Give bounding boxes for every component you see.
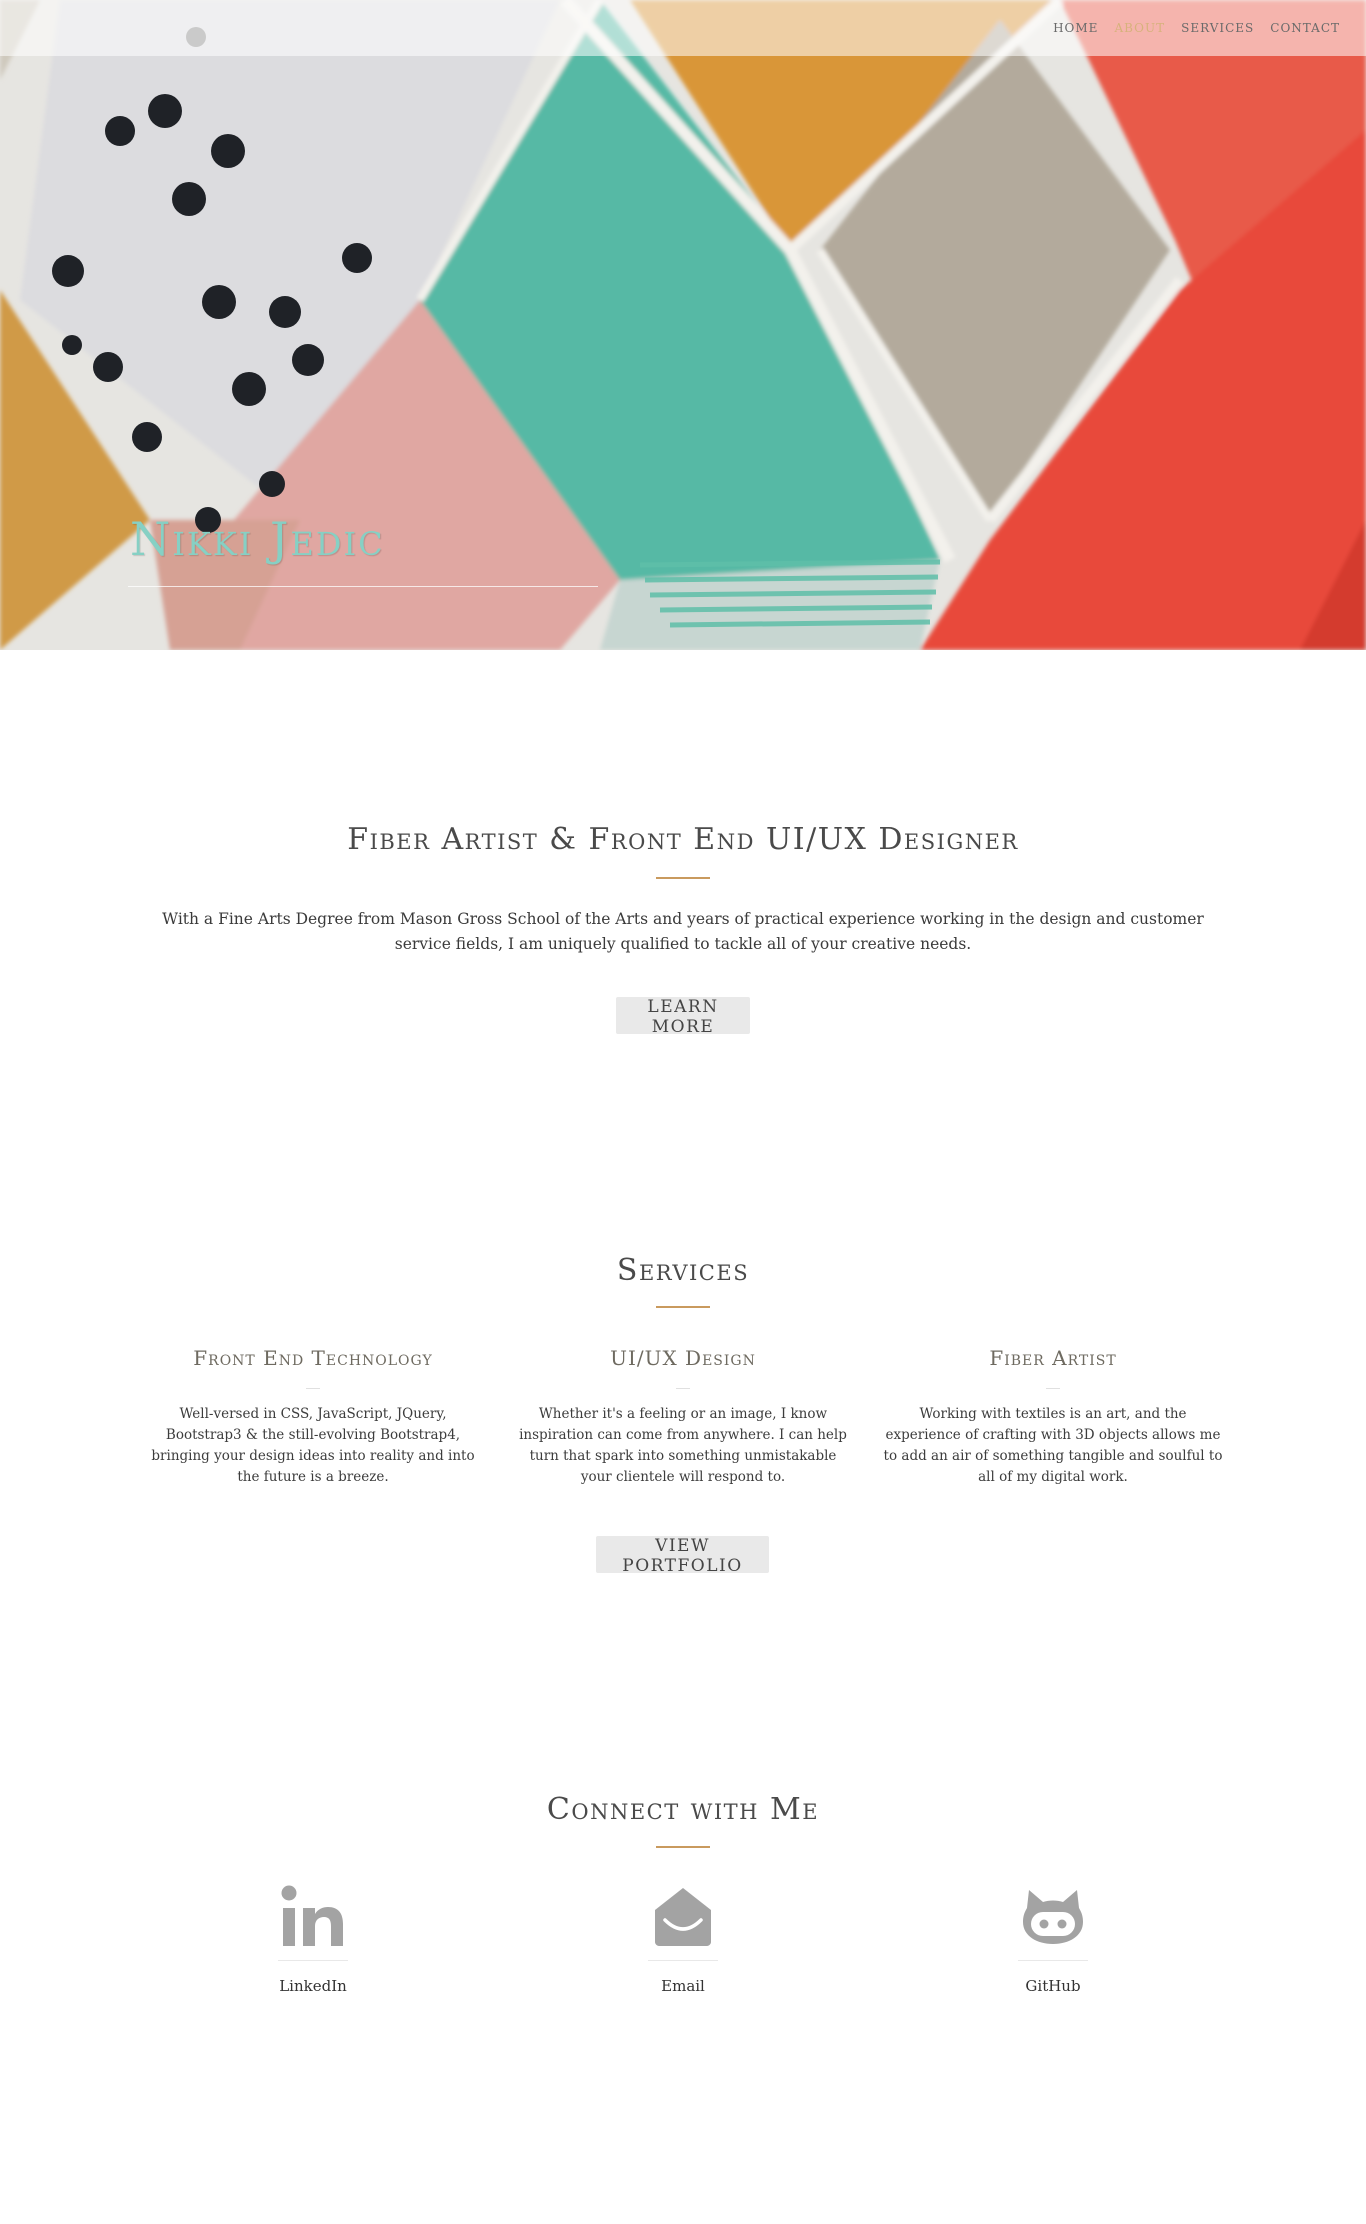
about-text: With a Fine Arts Degree from Mason Gross… — [162, 910, 1204, 953]
nav-links: HOME ABOUT SERVICES CONTACT — [1053, 17, 1340, 37]
github-label: GitHub — [1025, 1977, 1081, 1995]
nav-contact-link[interactable]: CONTACT — [1270, 17, 1340, 37]
nav-home-link[interactable]: HOME — [1053, 17, 1098, 37]
email-label: Email — [661, 1977, 705, 1995]
service-text-fiber-artist: Working with textiles is an art, and the… — [883, 1406, 1223, 1485]
service-title-front-end: Front End Technology — [193, 1346, 433, 1370]
nav-about-link[interactable]: ABOUT — [1114, 17, 1165, 37]
hero-title: Nikki Jedic — [130, 512, 385, 566]
about-heading: Fiber Artist & Front End UI/UX Designer — [347, 822, 1019, 857]
hero-banner: Nikki Jedic — [0, 0, 1366, 650]
learn-more-button[interactable]: LEARN MORE — [616, 997, 750, 1037]
email-divider — [648, 1960, 718, 1961]
github-divider — [1018, 1960, 1088, 1961]
view-portfolio-button[interactable]: VIEW PORTFOLIO — [596, 1536, 769, 1576]
github-link[interactable]: GitHub — [983, 1884, 1123, 1995]
email-link[interactable]: Email — [613, 1884, 753, 1995]
service-title-uiux: UI/UX Design — [610, 1346, 756, 1370]
service-rule-uiux — [676, 1388, 690, 1389]
about-heading-rule — [656, 877, 710, 879]
linkedin-divider — [278, 1960, 348, 1961]
connect-heading: Connect with Me — [546, 1792, 820, 1827]
github-icon — [1023, 1890, 1083, 1944]
email-icon — [655, 1888, 711, 1946]
service-text-front-end: Well-versed in CSS, JavaScript, JQuery, … — [151, 1406, 475, 1485]
service-title-fiber-artist: Fiber Artist — [989, 1346, 1117, 1370]
hero-divider — [128, 586, 598, 587]
navbar: HOME ABOUT SERVICES CONTACT — [0, 0, 1366, 56]
services-heading-rule — [656, 1306, 710, 1308]
nav-services-link[interactable]: SERVICES — [1181, 17, 1254, 37]
service-text-uiux: Whether it's a feeling or an image, I kn… — [519, 1406, 847, 1485]
linkedin-link[interactable]: LinkedIn — [243, 1884, 383, 1995]
linkedin-icon — [281, 1885, 343, 1946]
service-rule-fiber-artist — [1046, 1388, 1060, 1389]
connect-heading-rule — [656, 1846, 710, 1848]
linkedin-label: LinkedIn — [279, 1977, 347, 1995]
service-rule-front-end — [306, 1388, 320, 1389]
services-heading: Services — [616, 1253, 750, 1288]
